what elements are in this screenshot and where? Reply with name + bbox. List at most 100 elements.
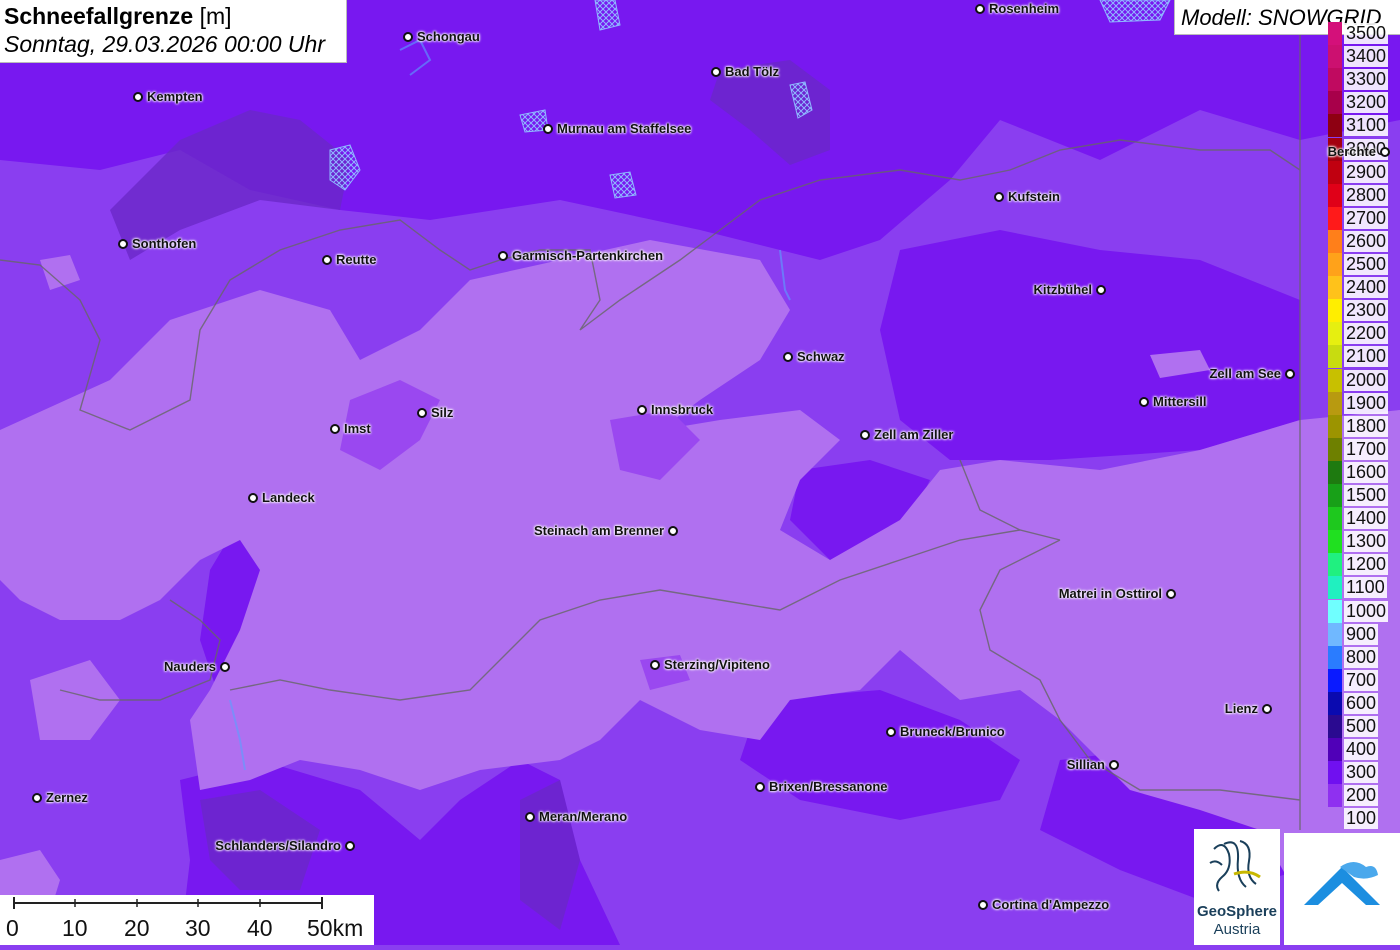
city-label[interactable]: Zell am Ziller: [874, 427, 953, 442]
legend-row: 3400: [1328, 45, 1400, 69]
city-label[interactable]: Schwaz: [797, 349, 845, 364]
city-marker-icon[interactable]: [860, 430, 870, 440]
city-marker-icon[interactable]: [133, 92, 143, 102]
legend-label: 2300: [1344, 300, 1389, 322]
legend-label: 2400: [1344, 277, 1389, 299]
city-marker-icon[interactable]: [650, 660, 660, 670]
legend-swatch: [1328, 391, 1342, 415]
legend-swatch: [1328, 784, 1342, 808]
legend-swatch: [1328, 183, 1342, 207]
city-marker-icon[interactable]: [1139, 397, 1149, 407]
city-label[interactable]: Bad Tölz: [725, 64, 779, 79]
city-label[interactable]: Schlanders/Silandro: [215, 838, 341, 853]
city-label[interactable]: Reutte: [336, 252, 376, 267]
legend-swatch: [1328, 91, 1342, 115]
city-marker-icon[interactable]: [220, 662, 230, 672]
city-label[interactable]: Schongau: [417, 29, 480, 44]
city-label[interactable]: Berchte: [1328, 144, 1376, 159]
legend-label: 2800: [1344, 184, 1389, 206]
city-marker-icon[interactable]: [322, 255, 332, 265]
legend-row: 2300: [1328, 299, 1400, 323]
city-label[interactable]: Steinach am Brenner: [534, 523, 664, 538]
city-marker-icon[interactable]: [403, 32, 413, 42]
city-marker-icon[interactable]: [975, 4, 985, 14]
city-label[interactable]: Silz: [431, 405, 453, 420]
city-marker-icon[interactable]: [978, 900, 988, 910]
city-label[interactable]: Kempten: [147, 89, 203, 104]
legend-swatch: [1328, 68, 1342, 92]
city-marker-icon[interactable]: [1109, 760, 1119, 770]
legend-swatch: [1328, 368, 1342, 392]
legend-row: 400: [1328, 738, 1400, 762]
legend-swatch: [1328, 715, 1342, 738]
legend-row: 700: [1328, 668, 1400, 692]
city-label[interactable]: Brixen/Bressanone: [769, 779, 888, 794]
city-label[interactable]: Landeck: [262, 490, 315, 505]
mountain-cloud-icon: [1304, 862, 1380, 905]
legend-row: 3500: [1328, 22, 1400, 45]
city-label[interactable]: Meran/Merano: [539, 809, 627, 824]
legend-label: 1400: [1344, 508, 1389, 530]
map-canvas[interactable]: [0, 0, 1400, 945]
city-marker-icon[interactable]: [994, 192, 1004, 202]
scale-label-50km: 50km: [307, 915, 364, 941]
city-label[interactable]: Rosenheim: [989, 1, 1059, 16]
logo-line2: Austria: [1213, 921, 1261, 938]
scale-label-0: 0: [6, 915, 19, 941]
city-label[interactable]: Garmisch-Partenkirchen: [512, 248, 663, 263]
city-label[interactable]: Murnau am Staffelsee: [557, 121, 691, 136]
legend-swatch: [1328, 45, 1342, 69]
city-marker-icon[interactable]: [755, 782, 765, 792]
city-marker-icon[interactable]: [417, 408, 427, 418]
snowgrid-logo[interactable]: [1284, 833, 1400, 945]
legend-label: 600: [1344, 692, 1379, 714]
legend-label: 3300: [1344, 69, 1389, 91]
scale-label-40: 40: [247, 915, 273, 941]
legend-label: 1500: [1344, 485, 1389, 506]
city-marker-icon[interactable]: [637, 405, 647, 415]
city-marker-icon[interactable]: [345, 841, 355, 851]
city-marker-icon[interactable]: [1380, 147, 1390, 157]
city-label[interactable]: Zernez: [46, 790, 88, 805]
city-label[interactable]: Innsbruck: [651, 402, 713, 417]
city-label[interactable]: Sonthofen: [132, 236, 196, 251]
legend-swatch: [1328, 599, 1342, 623]
city-label[interactable]: Sterzing/Vipiteno: [664, 657, 770, 672]
city-marker-icon[interactable]: [525, 812, 535, 822]
city-marker-icon[interactable]: [1262, 704, 1272, 714]
city-marker-icon[interactable]: [330, 424, 340, 434]
city-marker-icon[interactable]: [1285, 369, 1295, 379]
legend-swatch: [1328, 322, 1342, 346]
city-marker-icon[interactable]: [886, 727, 896, 737]
city-label[interactable]: Zell am See: [1209, 366, 1281, 381]
logo-line1: GeoSphere: [1196, 903, 1278, 920]
legend-label: 800: [1344, 646, 1379, 668]
legend-swatch: [1328, 738, 1342, 762]
city-marker-icon[interactable]: [1166, 589, 1176, 599]
legend-swatch: [1328, 276, 1342, 300]
city-label[interactable]: Sillian: [1067, 757, 1105, 772]
city-label[interactable]: Imst: [344, 421, 371, 436]
city-label[interactable]: Nauders: [164, 659, 216, 674]
legend-row: 200: [1328, 784, 1400, 808]
city-label[interactable]: Kufstein: [1008, 189, 1060, 204]
city-label[interactable]: Mittersill: [1153, 394, 1206, 409]
city-marker-icon[interactable]: [783, 352, 793, 362]
city-label[interactable]: Kitzbühel: [1034, 282, 1093, 297]
scale-label-20: 20: [124, 915, 150, 941]
city-marker-icon[interactable]: [668, 526, 678, 536]
city-label[interactable]: Lienz: [1225, 701, 1258, 716]
title-panel: Schneefallgrenze [m] Sonntag, 29.03.2026…: [0, 0, 347, 63]
city-marker-icon[interactable]: [118, 239, 128, 249]
geosphere-logo[interactable]: GeoSphere Austria: [1194, 829, 1280, 945]
city-marker-icon[interactable]: [1096, 285, 1106, 295]
city-marker-icon[interactable]: [498, 251, 508, 261]
city-label[interactable]: Cortina d'Ampezzo: [992, 897, 1109, 912]
city-marker-icon[interactable]: [248, 493, 258, 503]
legend-swatch: [1328, 645, 1342, 669]
city-marker-icon[interactable]: [711, 67, 721, 77]
city-marker-icon[interactable]: [32, 793, 42, 803]
city-marker-icon[interactable]: [543, 124, 553, 134]
city-label[interactable]: Matrei in Osttirol: [1059, 586, 1162, 601]
city-label[interactable]: Bruneck/Brunico: [900, 724, 1005, 739]
